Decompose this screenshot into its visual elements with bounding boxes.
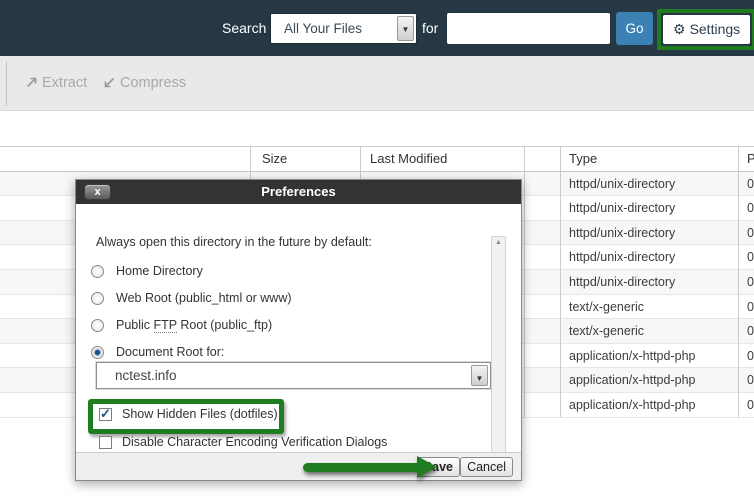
default-directory-label: Always open this directory in the future…	[96, 235, 372, 249]
radio-icon	[91, 319, 104, 332]
cell-type: application/x-httpd-php	[569, 344, 734, 369]
compress-label: Compress	[120, 75, 186, 91]
checkbox-icon	[99, 408, 112, 421]
toolbar: Extract Compress	[0, 56, 754, 111]
toolbar-divider	[6, 61, 7, 106]
column-header-last-modified[interactable]: Last Modified	[370, 147, 520, 172]
cell-type: text/x-generic	[569, 319, 734, 344]
for-label: for	[422, 0, 438, 56]
column-header-permissions[interactable]: Permissions	[747, 147, 754, 172]
radio-label: Web Root (public_html or www)	[116, 291, 292, 305]
table-header-row: Size Last Modified Type Permissions	[0, 147, 754, 172]
column-divider	[560, 146, 561, 417]
file-scope-value: All Your Files	[284, 14, 362, 43]
cell-type: httpd/unix-directory	[569, 245, 734, 270]
checkbox-label: Show Hidden Files (dotfiles)	[122, 407, 278, 421]
cancel-button[interactable]: Cancel	[460, 457, 513, 477]
gear-icon: ⚙	[673, 21, 686, 37]
cell-permissions: 0644	[747, 344, 754, 369]
compress-button[interactable]: Compress	[103, 56, 186, 111]
chevron-down-icon[interactable]: ▼	[471, 365, 488, 386]
dialog-body: Always open this directory in the future…	[76, 204, 521, 454]
dialog-footer: Save Cancel	[76, 452, 521, 480]
radio-icon	[91, 346, 104, 359]
column-header-type[interactable]: Type	[569, 147, 734, 172]
search-label: Search	[222, 0, 266, 56]
dialog-title: Preferences	[76, 180, 521, 204]
radio-icon	[91, 292, 104, 305]
column-divider	[738, 146, 739, 417]
checkbox-icon	[99, 436, 112, 449]
extract-label: Extract	[42, 75, 87, 91]
cell-permissions: 0755	[747, 221, 754, 246]
cell-permissions: 0755	[747, 245, 754, 270]
extract-icon	[25, 76, 38, 89]
radio-icon	[91, 265, 104, 278]
cell-type: httpd/unix-directory	[569, 172, 734, 197]
cell-type: httpd/unix-directory	[569, 270, 734, 295]
compress-icon	[103, 76, 116, 89]
cell-type: text/x-generic	[569, 295, 734, 320]
checkbox-label: Disable Character Encoding Verification …	[122, 435, 387, 449]
cell-permissions: 0755	[747, 172, 754, 197]
go-button[interactable]: Go	[616, 12, 653, 45]
cell-permissions: 0644	[747, 295, 754, 320]
search-input[interactable]	[447, 13, 610, 44]
cell-permissions: 0644	[747, 393, 754, 418]
column-header-size[interactable]: Size	[262, 147, 356, 172]
column-divider	[524, 146, 525, 417]
ftp-abbr: FTP	[154, 318, 177, 333]
cell-permissions: 0644	[747, 368, 754, 393]
cell-permissions: 0755	[747, 270, 754, 295]
settings-button-label: Settings	[690, 21, 741, 37]
cell-type: httpd/unix-directory	[569, 196, 734, 221]
cell-permissions: 0755	[747, 196, 754, 221]
cell-type: application/x-httpd-php	[569, 393, 734, 418]
cell-type: httpd/unix-directory	[569, 221, 734, 246]
settings-highlight: ⚙Settings	[657, 9, 754, 50]
cell-type: application/x-httpd-php	[569, 368, 734, 393]
chevron-down-icon[interactable]: ▼	[397, 16, 414, 41]
radio-label: Document Root for:	[116, 345, 224, 359]
document-root-select[interactable]: nctest.info ▼	[96, 362, 491, 389]
file-scope-select[interactable]: All Your Files ▼	[270, 13, 417, 44]
dialog-titlebar: Preferences x	[76, 180, 521, 204]
preferences-dialog: Preferences x Always open this directory…	[75, 179, 522, 481]
radio-label: Home Directory	[116, 264, 203, 278]
settings-button[interactable]: ⚙Settings	[663, 15, 750, 44]
scroll-up-icon[interactable]: ▲	[492, 239, 505, 246]
topbar: Search All Your Files ▼ for Go ⚙Settings	[0, 0, 754, 56]
cell-permissions: 0644	[747, 319, 754, 344]
dialog-scrollbar[interactable]: ▲ ▼	[491, 236, 506, 464]
save-button[interactable]: Save	[417, 457, 460, 477]
close-icon[interactable]: x	[84, 184, 111, 200]
file-manager-page: Search All Your Files ▼ for Go ⚙Settings…	[0, 0, 754, 497]
document-root-value: nctest.info	[115, 363, 177, 388]
radio-label: Public FTP Root (public_ftp)	[116, 318, 272, 332]
extract-button[interactable]: Extract	[25, 56, 87, 111]
